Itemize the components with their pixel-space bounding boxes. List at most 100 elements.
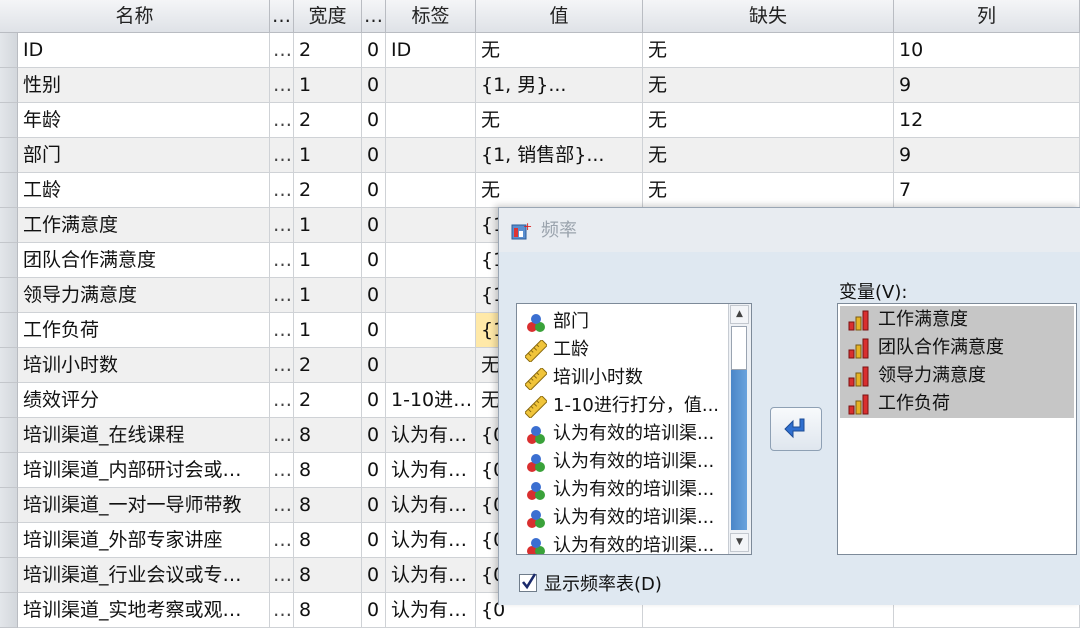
source-list-item[interactable]: 认为有效的培训渠... [517, 504, 751, 532]
cell-width[interactable]: 1 [294, 313, 362, 348]
target-list-item[interactable]: 工作负荷 [840, 390, 1074, 418]
row-header[interactable] [0, 103, 18, 138]
cell-label[interactable]: 认为有… [386, 453, 476, 488]
source-list-item[interactable]: 部门 [517, 308, 751, 336]
cell-dot[interactable]: … [270, 348, 294, 383]
source-list-item[interactable]: 认为有效的培训渠... [517, 448, 751, 476]
scrollbar-thumb[interactable] [731, 326, 747, 370]
source-list-item[interactable]: 1-10进行打分，值... [517, 392, 751, 420]
cell-missing[interactable]: 无 [643, 68, 894, 103]
target-list-item[interactable]: 团队合作满意度 [840, 334, 1074, 362]
cell-dec[interactable]: 0 [362, 418, 386, 453]
cell-name[interactable]: 培训渠道_实地考察或观… [18, 593, 270, 628]
cell-name[interactable]: 年龄 [18, 103, 270, 138]
cell-dot[interactable]: … [270, 33, 294, 68]
row-header[interactable] [0, 208, 18, 243]
row-header[interactable] [0, 418, 18, 453]
cell-width[interactable]: 8 [294, 558, 362, 593]
cell-name[interactable]: 领导力满意度 [18, 278, 270, 313]
cell-dec[interactable]: 0 [362, 68, 386, 103]
row-header[interactable] [0, 33, 18, 68]
row-header[interactable] [0, 278, 18, 313]
cell-dot[interactable]: … [270, 488, 294, 523]
cell-name[interactable]: 部门 [18, 138, 270, 173]
cell-name[interactable]: 培训渠道_行业会议或专… [18, 558, 270, 593]
cell-dec[interactable]: 0 [362, 173, 386, 208]
cell-dec[interactable]: 0 [362, 523, 386, 558]
cell-label[interactable]: 认为有… [386, 418, 476, 453]
row-header[interactable] [0, 68, 18, 103]
source-list-item[interactable]: 认为有效的培训渠... [517, 420, 751, 448]
cell-columns[interactable]: 9 [894, 138, 1080, 173]
cell-dec[interactable]: 0 [362, 103, 386, 138]
cell-label[interactable] [386, 313, 476, 348]
source-list-item[interactable]: 认为有效的培训渠... [517, 476, 751, 504]
cell-dec[interactable]: 0 [362, 558, 386, 593]
table-row[interactable]: 性别… 1 0 {1, 男}... 无 9 [0, 68, 1080, 103]
cell-values[interactable]: 无 [476, 33, 643, 68]
cell-name[interactable]: 绩效评分 [18, 383, 270, 418]
header-width[interactable]: 宽度 [294, 0, 362, 33]
dialog-titlebar[interactable]: + 频率 [499, 208, 1080, 252]
cell-name[interactable]: 培训渠道_在线课程 [18, 418, 270, 453]
header-missing[interactable]: 缺失 [643, 0, 894, 33]
cell-name[interactable]: 团队合作满意度 [18, 243, 270, 278]
cell-name[interactable]: 工龄 [18, 173, 270, 208]
source-variable-list[interactable]: 部门 工龄 培训小时数 1-10进行打分，值... 认为有效的培训渠... 认为有效的培训… [516, 303, 752, 555]
header-decimals[interactable]: … [362, 0, 386, 33]
row-header[interactable] [0, 243, 18, 278]
row-header[interactable] [0, 383, 18, 418]
cell-width[interactable]: 8 [294, 418, 362, 453]
cell-dot[interactable]: … [270, 138, 294, 173]
header-label[interactable]: 标签 [386, 0, 476, 33]
cell-dec[interactable]: 0 [362, 278, 386, 313]
cell-label[interactable]: ID [386, 33, 476, 68]
cell-width[interactable]: 8 [294, 593, 362, 628]
cell-dot[interactable]: … [270, 243, 294, 278]
cell-label[interactable]: 认为有… [386, 523, 476, 558]
scrollbar-track[interactable] [731, 370, 747, 530]
cell-values[interactable]: 无 [476, 103, 643, 138]
cell-dot[interactable]: … [270, 453, 294, 488]
cell-name[interactable]: 培训渠道_内部研讨会或… [18, 453, 270, 488]
cell-width[interactable]: 8 [294, 488, 362, 523]
cell-dec[interactable]: 0 [362, 593, 386, 628]
target-list-item[interactable]: 工作满意度 [840, 306, 1074, 334]
source-list-item[interactable]: 培训小时数 [517, 364, 751, 392]
table-row[interactable]: 工龄… 2 0 无无 7 [0, 173, 1080, 208]
cell-dot[interactable]: … [270, 68, 294, 103]
cell-dot[interactable]: … [270, 313, 294, 348]
cell-dec[interactable]: 0 [362, 488, 386, 523]
cell-dec[interactable]: 0 [362, 138, 386, 173]
cell-dot[interactable]: … [270, 593, 294, 628]
row-header[interactable] [0, 173, 18, 208]
cell-missing[interactable]: 无 [643, 103, 894, 138]
cell-dot[interactable]: … [270, 278, 294, 313]
row-header[interactable] [0, 558, 18, 593]
cell-width[interactable]: 2 [294, 348, 362, 383]
cell-label[interactable] [386, 243, 476, 278]
cell-name[interactable]: 培训渠道_一对一导师带教 [18, 488, 270, 523]
table-row[interactable]: 年龄… 2 0 无无 12 [0, 103, 1080, 138]
row-header[interactable] [0, 523, 18, 558]
header-name[interactable]: 名称 [0, 0, 270, 33]
cell-dot[interactable]: … [270, 418, 294, 453]
cell-columns[interactable]: 10 [894, 33, 1080, 68]
cell-name[interactable]: 工作负荷 [18, 313, 270, 348]
cell-columns[interactable]: 12 [894, 103, 1080, 138]
cell-width[interactable]: 1 [294, 208, 362, 243]
row-header[interactable] [0, 348, 18, 383]
cell-missing[interactable]: 无 [643, 33, 894, 68]
cell-label[interactable]: 认为有… [386, 488, 476, 523]
cell-dec[interactable]: 0 [362, 348, 386, 383]
cell-dot[interactable]: … [270, 173, 294, 208]
cell-label[interactable] [386, 278, 476, 313]
header-type[interactable]: … [270, 0, 294, 33]
row-header[interactable] [0, 453, 18, 488]
cell-name[interactable]: 培训小时数 [18, 348, 270, 383]
cell-values[interactable]: {1, 男}... [476, 68, 643, 103]
cell-values[interactable]: {1, 销售部}... [476, 138, 643, 173]
cell-width[interactable]: 1 [294, 243, 362, 278]
cell-dec[interactable]: 0 [362, 208, 386, 243]
cell-label[interactable] [386, 138, 476, 173]
